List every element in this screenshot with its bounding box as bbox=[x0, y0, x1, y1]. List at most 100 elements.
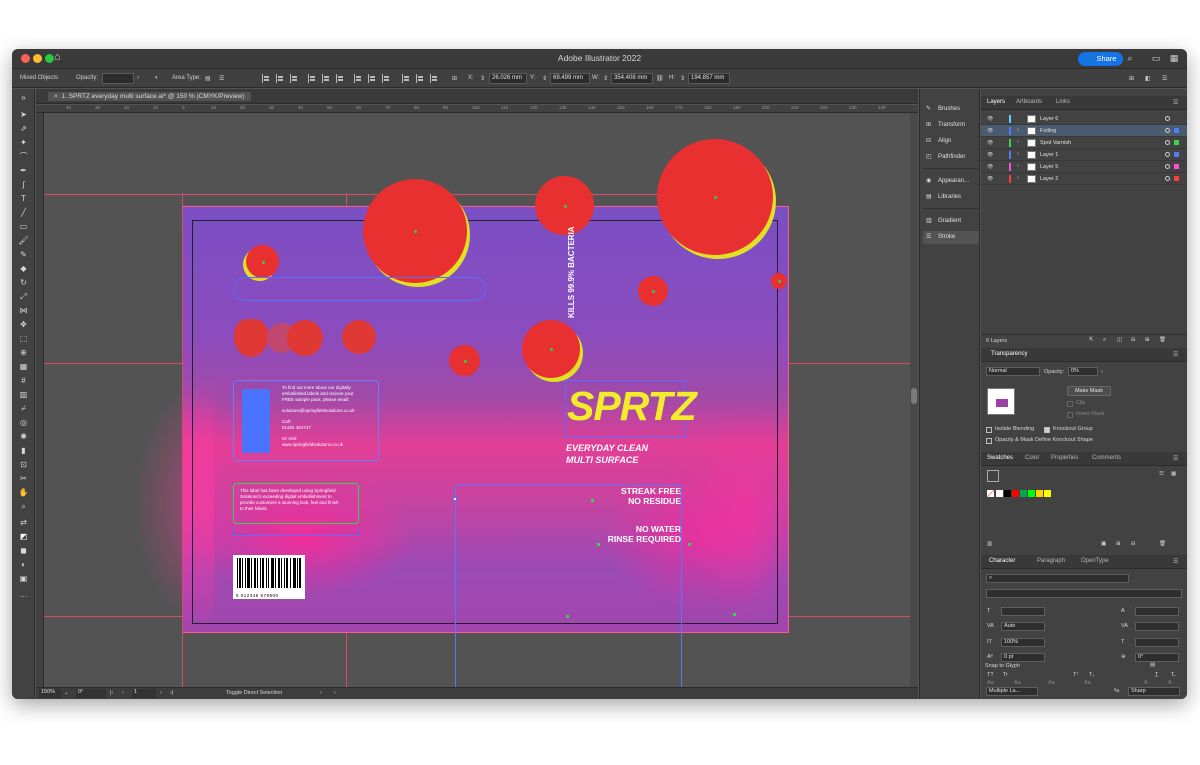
clip-checkbox[interactable] bbox=[1067, 401, 1073, 407]
layer-row[interactable]: 👁 › Spot Varnish bbox=[981, 137, 1187, 149]
canvas[interactable]: KILLS 99.9% BACTERIA SPRTZ EVERYDAY CLEA… bbox=[44, 113, 918, 688]
knockout-group-checkbox[interactable] bbox=[1044, 427, 1050, 433]
color-swatch[interactable] bbox=[1004, 490, 1011, 497]
distribute-middle-icon[interactable] bbox=[368, 74, 376, 83]
distribute-top-icon[interactable] bbox=[354, 74, 362, 83]
chevron-right-icon[interactable]: › bbox=[137, 75, 139, 81]
target-circle-icon[interactable] bbox=[1165, 176, 1170, 181]
snap-angular-icon[interactable]: A bbox=[1144, 680, 1148, 686]
tab-properties[interactable]: Properties bbox=[1051, 455, 1078, 461]
visibility-eye-icon[interactable]: 👁 bbox=[987, 176, 993, 182]
pathfinder-panel-button[interactable]: ◰ Pathfinder bbox=[923, 151, 979, 164]
status-back-icon[interactable]: ‹ bbox=[334, 690, 336, 696]
blend-tool-icon[interactable]: ◎ bbox=[17, 417, 30, 428]
anti-alias-select[interactable]: Sharp bbox=[1128, 687, 1180, 696]
puppet-warp-tool-icon[interactable]: ✥ bbox=[17, 319, 30, 330]
clipping-mask-icon[interactable]: ◫ bbox=[1117, 337, 1122, 343]
panel-menu-icon[interactable]: ☰ bbox=[1173, 455, 1178, 462]
libraries-panel-button[interactable]: ▤ Libraries bbox=[923, 191, 979, 204]
distribute-right-icon[interactable] bbox=[430, 74, 438, 83]
layer-row[interactable]: 👁 › Layer 2 bbox=[981, 173, 1187, 185]
artboard-tool-icon[interactable]: ⊡ bbox=[17, 459, 30, 470]
artboard-field[interactable]: 1 bbox=[132, 689, 156, 698]
isolate-blending-checkbox[interactable] bbox=[986, 427, 992, 433]
rotation-field[interactable]: 0° bbox=[76, 689, 106, 698]
layer-name[interactable]: Layer 5 bbox=[1040, 164, 1058, 170]
link-icon[interactable]: ⛓ bbox=[656, 75, 664, 82]
arrange-icon[interactable]: ▦ bbox=[1168, 52, 1180, 64]
h-stepper-icon[interactable]: ⇕ bbox=[680, 75, 685, 82]
grid-view-icon[interactable]: ▦ bbox=[1171, 471, 1176, 477]
expand-chevron-icon[interactable]: › bbox=[1017, 163, 1019, 169]
snap-anchor-icon[interactable]: A bbox=[1168, 680, 1172, 686]
expand-chevron-icon[interactable]: › bbox=[1017, 127, 1019, 133]
zoom-dropdown-icon[interactable]: ⌄ bbox=[64, 690, 69, 696]
superscript-icon[interactable]: T¹ bbox=[1073, 672, 1078, 678]
distribute-center-icon[interactable] bbox=[416, 74, 424, 83]
next-artboard-icon[interactable]: › bbox=[160, 690, 162, 696]
target-circle-icon[interactable] bbox=[1165, 152, 1170, 157]
font-size-field[interactable] bbox=[1001, 607, 1045, 616]
barcode[interactable]: 5 012345 678900 bbox=[233, 555, 305, 599]
new-layer-icon[interactable]: ⊞ bbox=[1145, 337, 1150, 343]
recolor-icon[interactable]: ◐ bbox=[155, 75, 159, 81]
sprtz-logo[interactable]: SPRTZ bbox=[567, 383, 697, 430]
scrollbar-thumb[interactable] bbox=[911, 388, 917, 404]
column-graph-tool-icon[interactable]: ▮ bbox=[17, 445, 30, 456]
rotate-tool-icon[interactable]: ↻ bbox=[17, 277, 30, 288]
zoom-field[interactable]: 150% bbox=[39, 689, 61, 698]
share-button[interactable]: 👤 Share bbox=[1078, 52, 1124, 66]
align-middle-icon[interactable] bbox=[322, 74, 330, 83]
text-frame-outline[interactable] bbox=[233, 277, 486, 301]
swatch-libraries-icon[interactable]: ▥ bbox=[987, 541, 992, 547]
tab-paragraph[interactable]: Paragraph bbox=[1037, 558, 1065, 564]
tab-artboards[interactable]: Artboards bbox=[1016, 99, 1042, 105]
streak-free-text[interactable]: STREAK FREE NO RESIDUE bbox=[604, 486, 681, 506]
search-icon[interactable]: ⌕ bbox=[1124, 52, 1136, 64]
note-box[interactable]: This label has been developed using Spri… bbox=[233, 483, 359, 524]
swap-fill-stroke-icon[interactable]: ⇄ bbox=[17, 517, 30, 528]
expand-chevron-icon[interactable]: › bbox=[1017, 139, 1019, 145]
w-field[interactable]: 354.408 mm bbox=[611, 73, 653, 84]
snap-baseline-icon[interactable]: Aa bbox=[987, 680, 994, 686]
screen-mode-icon[interactable]: ▣ bbox=[17, 573, 30, 584]
scale-tool-icon[interactable]: ⤢ bbox=[17, 291, 30, 302]
vertical-scrollbar[interactable] bbox=[910, 113, 918, 688]
char-rotation-field[interactable]: 0° bbox=[1135, 653, 1179, 662]
visibility-eye-icon[interactable]: 👁 bbox=[987, 152, 993, 158]
tab-color[interactable]: Color bbox=[1025, 455, 1039, 461]
arrange-documents-icon[interactable]: ⊞ bbox=[1129, 75, 1134, 82]
selection-tool-icon[interactable]: ➤ bbox=[17, 109, 30, 120]
width-tool-icon[interactable]: ⋈ bbox=[17, 305, 30, 316]
target-circle-icon[interactable] bbox=[1165, 116, 1170, 121]
anchor-point[interactable] bbox=[591, 499, 594, 502]
vertical-scale-field[interactable]: 100% bbox=[1001, 638, 1045, 647]
distribute-left-icon[interactable] bbox=[402, 74, 410, 83]
visibility-eye-icon[interactable]: 👁 bbox=[987, 164, 993, 170]
new-color-group-icon[interactable]: ▣ bbox=[1101, 541, 1106, 547]
tab-opentype[interactable]: OpenType bbox=[1081, 558, 1109, 564]
mask-thumbnail[interactable] bbox=[987, 388, 1015, 415]
close-tab-icon[interactable]: × bbox=[54, 93, 58, 100]
sparkle-icon[interactable] bbox=[342, 320, 376, 354]
eyedropper-tool-icon[interactable]: ⌿ bbox=[17, 403, 30, 414]
foil-circle[interactable] bbox=[522, 320, 580, 378]
tagline-multi-surface[interactable]: MULTI SURFACE bbox=[566, 455, 638, 466]
tab-transparency[interactable]: Transparency bbox=[991, 351, 1027, 357]
swatch-options-icon[interactable]: ⊟ bbox=[1131, 541, 1136, 547]
horizontal-scale-field[interactable] bbox=[1135, 638, 1179, 647]
first-artboard-icon[interactable]: |‹ bbox=[110, 690, 113, 696]
anchor-point[interactable] bbox=[597, 543, 600, 546]
last-artboard-icon[interactable]: ›| bbox=[170, 690, 173, 696]
align-center-icon[interactable] bbox=[276, 74, 284, 83]
magic-wand-tool-icon[interactable]: ✦ bbox=[17, 137, 30, 148]
lasso-tool-icon[interactable]: ⌒ bbox=[17, 151, 30, 162]
x-field[interactable]: 26.026 mm bbox=[489, 73, 527, 84]
tab-layers[interactable]: Layers bbox=[987, 99, 1005, 105]
foil-circle[interactable] bbox=[535, 176, 594, 235]
target-circle-icon[interactable] bbox=[1165, 164, 1170, 169]
foil-circle[interactable] bbox=[638, 276, 668, 306]
vertical-ruler[interactable] bbox=[36, 113, 44, 687]
collect-export-icon[interactable]: ⇱ bbox=[1089, 337, 1094, 343]
line-tool-icon[interactable]: ╱ bbox=[17, 207, 30, 218]
